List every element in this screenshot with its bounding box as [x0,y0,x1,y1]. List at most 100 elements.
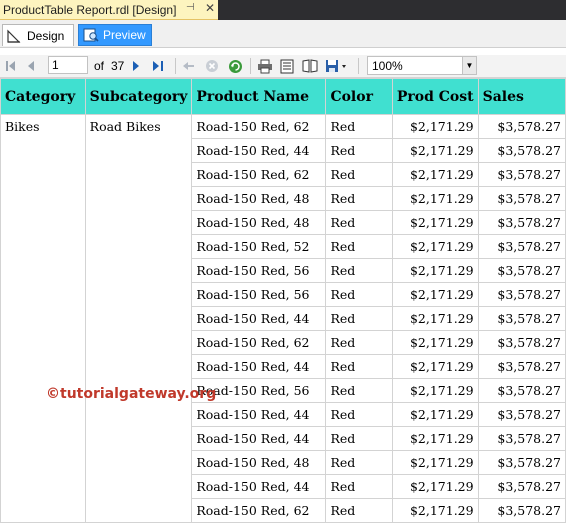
zoom-select[interactable]: 100% ▼ [367,56,477,75]
cell-sales: $3,578.27 [477,234,566,259]
cell-prod-cost: $2,171.29 [391,354,479,379]
report-toolbar: of 37 100% ▼ [0,55,566,78]
pin-icon[interactable]: ⊣ [186,2,195,13]
cell-color: Red [325,186,393,211]
page-of-label: of [94,59,105,73]
cell-prod-cost: $2,171.29 [391,450,479,475]
cell-sales: $3,578.27 [477,162,566,187]
cell-sales: $3,578.27 [477,282,566,307]
previous-page-icon[interactable] [24,57,38,75]
cell-prod-cost: $2,171.29 [391,138,479,163]
cell-color: Red [325,306,393,331]
product-report-table: Category Subcategory Product Name Color … [0,78,566,523]
cell-color: Red [325,162,393,187]
cell-color: Red [325,426,393,451]
cell-product-name: Road-150 Red, 62 [191,162,327,187]
column-header-prod-cost: Prod Cost [391,78,479,115]
cell-color: Red [325,138,393,163]
column-header-category: Category [0,78,86,115]
cell-product-name: Road-150 Red, 44 [191,402,327,427]
cell-prod-cost: $2,171.29 [391,330,479,355]
cell-prod-cost: $2,171.29 [391,402,479,427]
toolbar-separator [358,58,359,74]
cell-color: Red [325,114,393,139]
total-pages: 37 [111,59,125,73]
toolbar-separator [175,58,176,74]
document-tab[interactable]: ProductTable Report.rdl [Design] ⊣ ✕ [0,0,218,20]
cell-prod-cost: $2,171.29 [391,186,479,211]
cell-color: Red [325,378,393,403]
cell-product-name: Road-150 Red, 44 [191,474,327,499]
cell-sales: $3,578.27 [477,258,566,283]
cell-color: Red [325,258,393,283]
cell-sales: $3,578.27 [477,210,566,235]
cell-color: Red [325,282,393,307]
close-icon[interactable]: ✕ [205,1,215,15]
cell-product-name: Road-150 Red, 44 [191,138,327,163]
tab-design[interactable]: Design [2,24,74,46]
cell-product-name: Road-150 Red, 62 [191,114,327,139]
page-setup-icon[interactable] [301,57,319,75]
cell-sales: $3,578.27 [477,186,566,211]
cell-prod-cost: $2,171.29 [391,210,479,235]
tab-preview-label: Preview [103,28,146,42]
title-bar: ProductTable Report.rdl [Design] ⊣ ✕ [0,0,566,20]
view-tab-strip: Design Preview [0,20,566,48]
group-category-cell: Bikes [0,114,86,523]
cell-prod-cost: $2,171.29 [391,258,479,283]
cell-sales: $3,578.27 [477,306,566,331]
watermark-text: ©tutorialgateway.org [46,386,217,402]
cell-prod-cost: $2,171.29 [391,474,479,499]
cell-product-name: Road-150 Red, 56 [191,282,327,307]
cell-sales: $3,578.27 [477,426,566,451]
cell-product-name: Road-150 Red, 62 [191,330,327,355]
table-row: Bikes Road Bikes Road-150 Red, 62 Red $2,171… [0,114,566,523]
cell-color: Red [325,354,393,379]
cell-sales: $3,578.27 [477,402,566,427]
export-icon[interactable] [324,57,350,75]
design-view-icon [7,29,21,43]
next-page-icon[interactable] [130,57,142,75]
cell-sales: $3,578.27 [477,330,566,355]
first-page-icon[interactable] [4,57,18,75]
preview-view-icon [83,28,99,42]
column-header-subcategory: Subcategory [84,78,193,115]
current-page-input[interactable] [48,56,88,74]
cell-color: Red [325,330,393,355]
cell-color: Red [325,450,393,475]
column-header-sales: Sales [477,78,566,115]
print-layout-icon[interactable] [279,57,295,75]
zoom-value: 100% [372,59,403,73]
chevron-down-icon[interactable]: ▼ [462,57,476,74]
column-header-product-name: Product Name [191,78,327,115]
column-header-color: Color [325,78,393,115]
cell-product-name: Road-150 Red, 44 [191,426,327,451]
tab-preview[interactable]: Preview [78,24,152,46]
cell-sales: $3,578.27 [477,378,566,403]
print-icon[interactable] [256,57,274,75]
stop-icon[interactable] [204,57,220,75]
tab-design-label: Design [27,28,65,43]
cell-product-name: Road-150 Red, 56 [191,258,327,283]
cell-sales: $3,578.27 [477,450,566,475]
cell-prod-cost: $2,171.29 [391,234,479,259]
cell-product-name: Road-150 Red, 44 [191,354,327,379]
cell-color: Red [325,234,393,259]
toolbar-separator [250,58,251,74]
cell-product-name: Road-150 Red, 44 [191,306,327,331]
cell-color: Red [325,402,393,427]
cell-sales: $3,578.27 [477,138,566,163]
cell-product-name: Road-150 Red, 48 [191,450,327,475]
cell-color: Red [325,474,393,499]
cell-prod-cost: $2,171.29 [391,162,479,187]
cell-prod-cost: $2,171.29 [391,306,479,331]
cell-product-name: Road-150 Red, 48 [191,210,327,235]
document-tab-title: ProductTable Report.rdl [Design] [3,2,177,17]
refresh-icon[interactable] [227,57,243,75]
cell-product-name: Road-150 Red, 52 [191,234,327,259]
last-page-icon[interactable] [151,57,165,75]
table-header-row: Category Subcategory Product Name Color … [0,78,566,115]
cell-prod-cost: $2,171.29 [391,114,479,139]
back-to-parent-icon[interactable] [181,57,197,75]
cell-sales: $3,578.27 [477,354,566,379]
